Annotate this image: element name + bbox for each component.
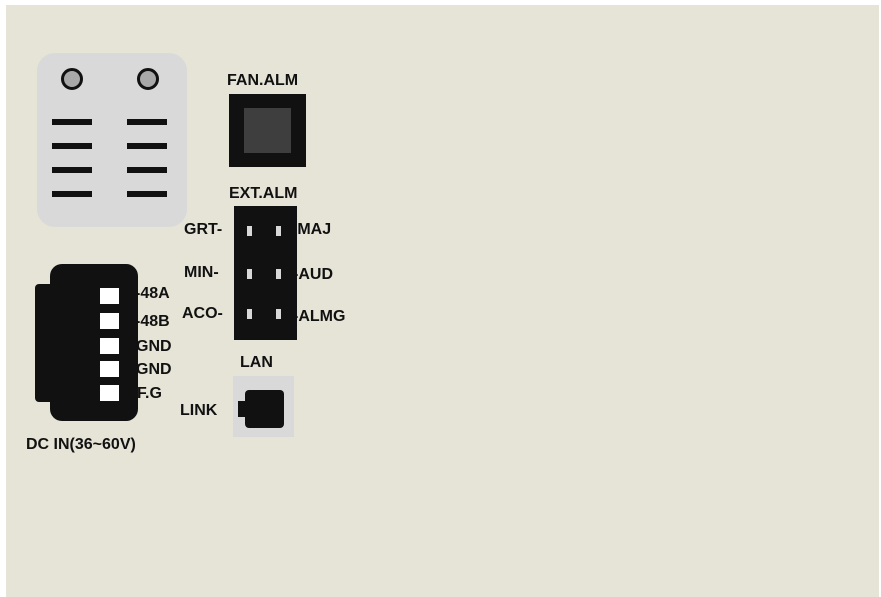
equipment-panel: FAN.ALM EXT.ALM GRT- MIN- ACO- -MAJ -AUD… [6,5,879,597]
dc-pin [100,385,119,401]
ext-alarm-label-grt: GRT- [184,221,223,238]
fan-alarm-led-window [244,108,291,153]
ext-alarm-connector[interactable] [234,206,297,340]
dc-pin-label-48b: -48B [135,313,170,330]
fan-screw-left [61,68,83,90]
fan-module[interactable] [37,53,187,227]
dc-input-connector[interactable] [50,264,138,421]
lan-link-label: LINK [180,402,218,419]
dc-pin-label-fg: F.G [137,385,162,402]
fan-vent-slot [52,191,92,197]
fan-vent-slot [52,119,92,125]
dc-pin-label-gnd2: GND [136,361,172,378]
fan-screw-right [137,68,159,90]
lan-label: LAN [240,354,273,371]
ext-alarm-label-maj: -MAJ [292,221,332,238]
ext-alarm-label-min: MIN- [184,264,219,281]
dc-pin-label-48a: -48A [135,285,170,302]
connector-pin [276,226,281,236]
fan-vent-slot [127,191,167,197]
dc-pin [100,361,119,377]
connector-pin [247,226,252,236]
fan-vent-slot [127,119,167,125]
connector-pin [276,269,281,279]
connector-pin [247,309,252,319]
fan-vent-slot [127,167,167,173]
dc-input-label: DC IN(36~60V) [26,436,136,453]
fan-vent-slot [52,143,92,149]
lan-jack [245,390,284,428]
dc-pin [100,313,119,329]
ext-alarm-label-aco: ACO- [182,305,223,322]
ext-alarm-label-aud: -AUD [293,266,333,283]
connector-pin [276,309,281,319]
ext-alarm-label: EXT.ALM [229,185,298,202]
dc-pin [100,288,119,304]
ext-alarm-label-almg: -ALMG [293,308,346,325]
dc-pin-label-gnd1: GND [136,338,172,355]
dc-pin [100,338,119,354]
fan-vent-slot [52,167,92,173]
fan-vent-slot [127,143,167,149]
fan-alarm-label: FAN.ALM [227,72,299,89]
connector-pin [247,269,252,279]
